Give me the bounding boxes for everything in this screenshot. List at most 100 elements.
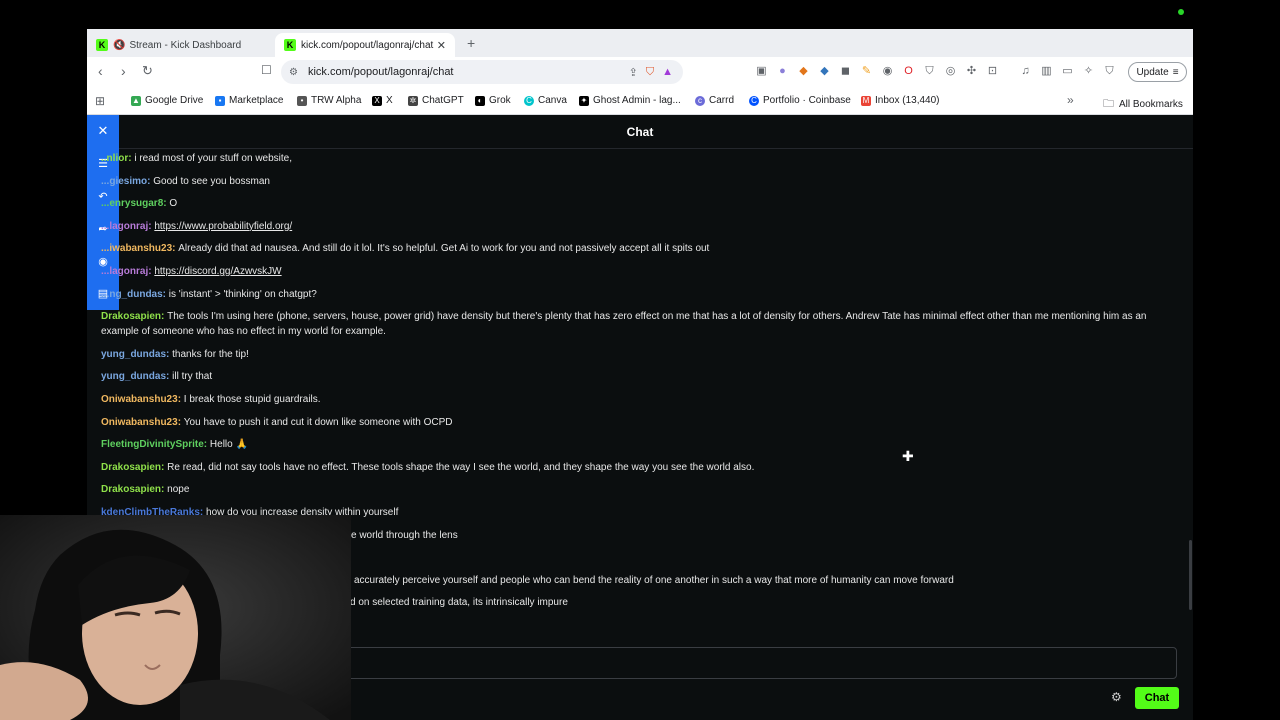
metamask-icon[interactable]: ◆ — [796, 64, 811, 79]
chat-message: Oniwabanshu23: I break those stupid guar… — [101, 394, 321, 405]
chat-text: I break those stupid guardrails. — [183, 394, 321, 405]
chat-username[interactable]: Oniwabanshu23 — [101, 394, 178, 405]
shield-icon[interactable]: ⛉ — [922, 64, 937, 79]
chat-username[interactable]: yung_dundas — [101, 371, 166, 382]
chat-text: nope — [167, 484, 190, 496]
gmail-icon: M — [861, 95, 871, 106]
chat-message: yung_dundas: ill try that — [101, 371, 213, 383]
bookmark-canva[interactable]: C Canva — [524, 95, 567, 106]
puzzle-icon[interactable]: ✣ — [964, 64, 979, 79]
screenshot-extension-icon[interactable]: ▣ — [754, 64, 769, 79]
chat-username[interactable]: ...iwabanshu23 — [101, 243, 172, 254]
address-bar[interactable]: ⚙ kick.com/popout/lagonraj/chat ⇪ ⛉ ▲ — [281, 60, 683, 84]
chat-message: ...giesimo: Good to see you bossman — [101, 175, 270, 187]
share-icon[interactable]: ⇪ — [629, 66, 638, 79]
chat-message: ...iwabanshu23: Already did that ad naus… — [101, 243, 710, 255]
reload-icon[interactable]: ↻ — [142, 63, 153, 79]
mouse-cursor-icon: ✚ — [902, 448, 914, 464]
all-bookmarks-folder[interactable]: 🗀 All Bookmarks — [1103, 95, 1183, 114]
bookmark-grok[interactable]: ◐ Grok — [475, 95, 511, 106]
bookmark-coinbase[interactable]: C Portfolio · Coinbase — [749, 95, 851, 106]
chat-message-input[interactable] — [347, 647, 1177, 679]
brave-shield-icon[interactable]: ⛉ — [646, 66, 654, 79]
send-chat-button[interactable]: Chat — [1135, 687, 1179, 709]
chat-text: O — [169, 198, 178, 210]
sparkle-icon[interactable]: ✧ — [1081, 64, 1096, 79]
tab-kick-chat[interactable]: K kick.com/popout/lagonraj/chat ✕ — [275, 33, 455, 57]
chat-username[interactable]: Oniwabanshu23 — [101, 417, 178, 428]
chat-username[interactable]: Drakosapien — [101, 311, 161, 322]
tab-title: Stream - Kick Dashboard — [129, 39, 242, 51]
bookmark-label: Grok — [489, 95, 511, 106]
chat-username[interactable]: ...giesimo — [101, 176, 147, 187]
bookmark-label: Ghost Admin - lag... — [593, 95, 681, 106]
forward-icon[interactable]: › — [121, 63, 126, 79]
chat-username[interactable]: ...enrysugar8 — [101, 198, 163, 209]
tab-kick-dashboard[interactable]: K 🔇 Stream - Kick Dashboard — [87, 33, 273, 57]
chat-text: Already did that ad nausea. And still do… — [178, 243, 710, 255]
chat-message: ...ng_dundas: is 'instant' > 'thinking' … — [101, 288, 317, 300]
bookmark-chatgpt[interactable]: ✲ ChatGPT — [408, 95, 464, 106]
chat-message: ...enrysugar8: O — [101, 198, 178, 210]
extension-icon[interactable]: ⊡ — [985, 64, 1000, 79]
opera-icon[interactable]: O — [901, 64, 916, 79]
chat-username[interactable]: Drakosapien — [101, 484, 161, 495]
carrd-icon: c — [695, 95, 705, 106]
chat-link[interactable]: https://discord.gg/AzwvskJW — [154, 266, 281, 277]
bookmark-marketplace[interactable]: ▪ Marketplace — [215, 95, 283, 106]
bookmark-x[interactable]: X X — [372, 95, 393, 106]
chat-scrollbar[interactable] — [1189, 540, 1192, 610]
new-tab-icon[interactable]: + — [467, 35, 475, 51]
close-icon[interactable]: ✕ — [87, 115, 119, 148]
chat-message: Drakosapien: nope — [101, 484, 190, 496]
chat-username[interactable]: ...lagonraj — [101, 221, 148, 232]
chat-username[interactable]: yung_dundas — [101, 349, 166, 360]
bookmark-star-icon[interactable]: ☐ — [261, 63, 272, 77]
bookmark-label: All Bookmarks — [1119, 99, 1183, 110]
chat-text: The tools I'm using here (phone, servers… — [101, 311, 1147, 338]
chat-username[interactable]: ...lagonraj — [101, 266, 148, 277]
more-bookmarks-icon[interactable]: » — [1067, 93, 1074, 107]
bookmark-carrd[interactable]: c Carrd — [695, 95, 734, 106]
wallet-icon[interactable]: ▭ — [1060, 64, 1075, 79]
apps-grid-icon[interactable]: ⊞ — [95, 94, 105, 108]
music-icon[interactable]: ♫ — [1018, 64, 1033, 79]
marketplace-icon: ▪ — [215, 95, 225, 106]
chat-text: accurately perceive yourself and people … — [354, 574, 954, 586]
bookmark-gmail-inbox[interactable]: M Inbox (13,440) — [861, 95, 940, 106]
chat-username[interactable]: FleetingDivinitySprite — [101, 439, 204, 450]
chat-text: is 'instant' > 'thinking' on chatgpt? — [168, 288, 317, 300]
site-info-icon[interactable]: ⚙ — [289, 67, 298, 78]
chat-username[interactable]: ..nlior — [101, 153, 128, 164]
sidebar-icon[interactable]: ▥ — [1039, 64, 1054, 79]
bookmark-google-drive[interactable]: ▲ Google Drive — [131, 95, 203, 106]
bookmark-ghost-admin[interactable]: ✦ Ghost Admin - lag... — [579, 95, 681, 106]
chat-settings-gear-icon[interactable]: ⚙ — [1111, 690, 1122, 704]
bookmark-label: Inbox (13,440) — [875, 95, 940, 106]
bookmark-label: Canva — [538, 95, 567, 106]
bookmark-trw-alpha[interactable]: • TRW Alpha — [297, 95, 361, 106]
brave-rewards-icon[interactable]: ▲ — [662, 66, 673, 79]
chat-username[interactable]: ...ng_dundas — [101, 289, 163, 300]
google-drive-icon: ▲ — [131, 95, 141, 106]
url-text: kick.com/popout/lagonraj/chat — [307, 66, 454, 78]
muted-speaker-icon[interactable]: 🔇 — [113, 40, 125, 51]
bookmark-label: TRW Alpha — [311, 95, 362, 106]
extension-icon[interactable]: ● — [775, 64, 790, 79]
extension-icon[interactable]: ◉ — [880, 64, 895, 79]
wallet-extension-icon[interactable]: ◆ — [817, 64, 832, 79]
pencil-icon[interactable]: ✎ — [859, 64, 874, 79]
extension-icon[interactable]: ◎ — [943, 64, 958, 79]
extension-icon[interactable]: ◼ — [838, 64, 853, 79]
chat-message: Drakosapien: The tools I'm using here (p… — [101, 311, 1147, 338]
chat-link[interactable]: https://www.probabilityfield.org/ — [154, 221, 292, 232]
back-icon[interactable]: ‹ — [98, 63, 103, 79]
menu-icon: ≡ — [1172, 66, 1179, 78]
chat-message: Oniwabanshu23: You have to push it and c… — [101, 416, 453, 428]
chat-username[interactable]: Drakosapien — [101, 462, 161, 473]
vpn-shield-icon[interactable]: ⛉ — [1102, 64, 1117, 79]
close-tab-icon[interactable]: ✕ — [437, 39, 446, 52]
chat-message: ..nlior: i read most of your stuff on we… — [101, 153, 293, 164]
bookmark-label: Portfolio · Coinbase — [763, 95, 851, 106]
update-button[interactable]: Update ≡ — [1128, 62, 1187, 82]
